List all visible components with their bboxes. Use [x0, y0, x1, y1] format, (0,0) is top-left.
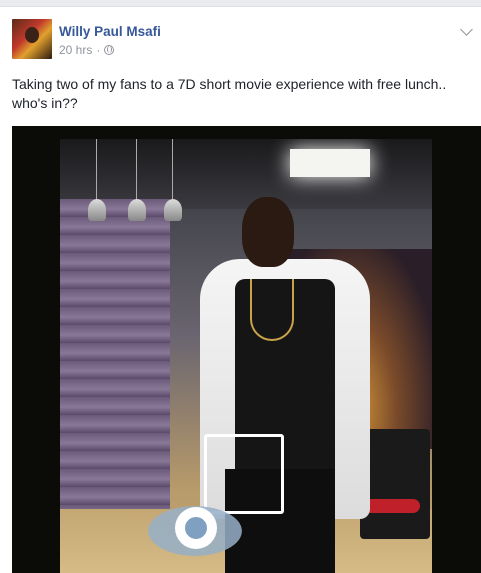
- feed-post: Willy Paul Msafi 20 hrs · Taking two of …: [0, 6, 481, 573]
- avatar[interactable]: [12, 19, 52, 59]
- post-photo[interactable]: [12, 126, 481, 573]
- meta-separator: ·: [96, 43, 101, 57]
- eye-iris-icon: [175, 507, 217, 549]
- post-author-name[interactable]: Willy Paul Msafi: [59, 24, 161, 39]
- chevron-down-icon[interactable]: [460, 23, 473, 36]
- post-timestamp[interactable]: 20 hrs: [59, 43, 92, 57]
- globe-icon[interactable]: [104, 45, 115, 55]
- post-text: Taking two of my fans to a 7D short movi…: [12, 76, 447, 111]
- frame-overlay: [204, 434, 284, 514]
- post-meta: 20 hrs ·: [59, 43, 115, 57]
